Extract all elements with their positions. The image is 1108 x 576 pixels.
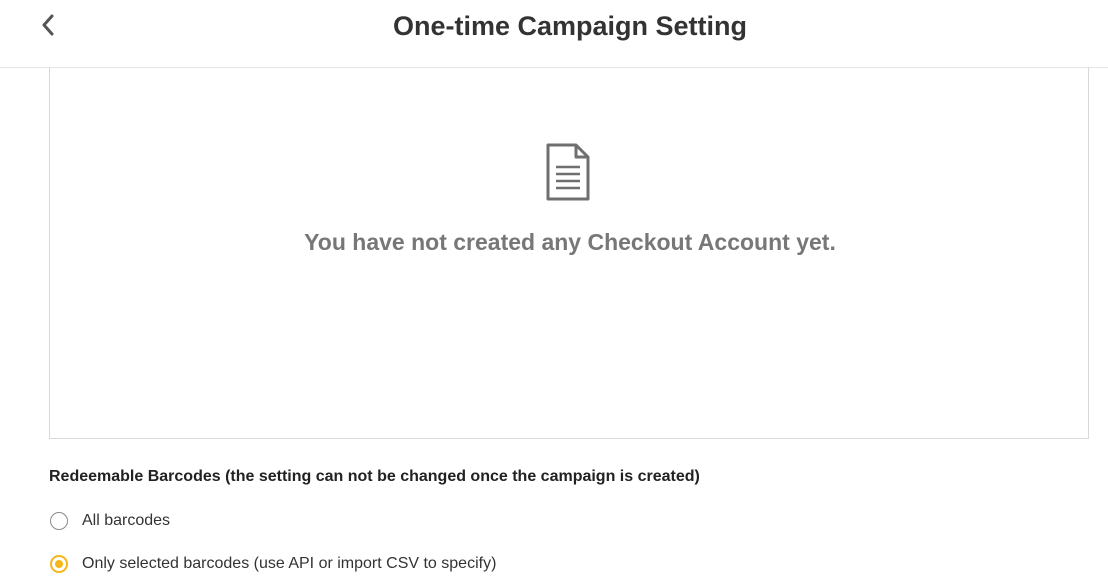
redeemable-barcodes-label: Redeemable Barcodes (the setting can not… — [49, 468, 700, 485]
empty-state-panel: You have not created any Checkout Accoun… — [49, 67, 1089, 439]
radio-option-label: All barcodes — [82, 512, 171, 529]
header: One-time Campaign Setting — [0, 0, 1108, 68]
page-title: One-time Campaign Setting — [392, 11, 748, 41]
radio-option-label: Only selected barcodes (use API or impor… — [82, 555, 497, 572]
document-icon — [546, 143, 590, 201]
radio-option-selected-barcodes[interactable]: Only selected barcodes (use API or impor… — [50, 552, 496, 576]
radio-button-unchecked[interactable] — [50, 512, 68, 530]
radio-option-all-barcodes[interactable]: All barcodes — [50, 509, 170, 533]
empty-state-message: You have not created any Checkout Accoun… — [304, 229, 836, 255]
radio-button-checked[interactable] — [50, 555, 68, 573]
